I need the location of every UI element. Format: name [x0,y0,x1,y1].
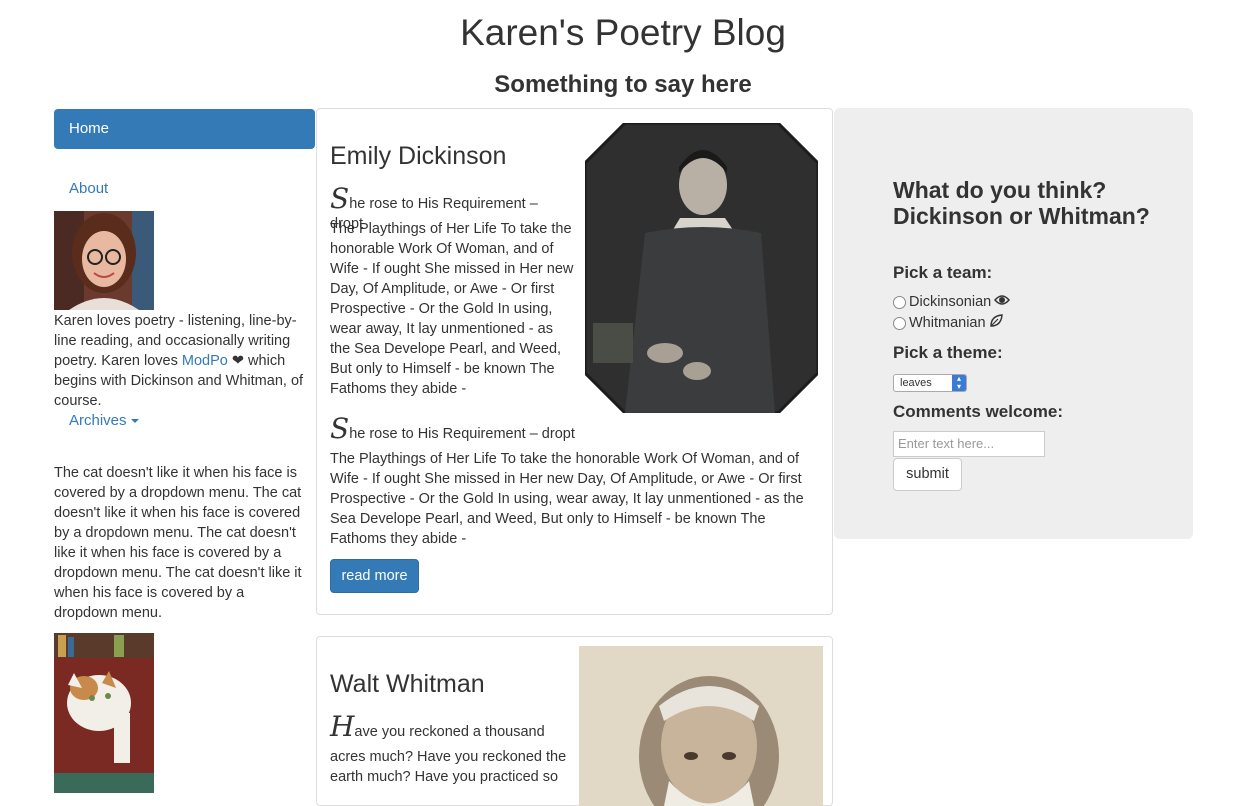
post-body: The Playthings of Her Life To take the h… [330,451,804,547]
nav-home-label: Home [69,120,110,137]
team-option-whitmanian[interactable]: Whitmanian [893,314,1003,332]
cat-text: The cat doesn't like it when his face is… [54,465,302,621]
site-subtitle: Something to say here [494,71,752,98]
poll-panel: What do you think? Dickinson or Whitman?… [834,108,1193,539]
poll-heading: What do you think? Dickinson or Whitman? [893,177,1150,229]
radio-whitmanian[interactable] [893,316,906,330]
post-card: Emily Dickinson She rose to His Requirem… [316,108,833,615]
heart-icon: ❤ [227,353,245,369]
dickinson-portrait [583,121,820,415]
post-body: The Playthings of Her Life To take the h… [330,221,574,397]
post-title: Walt Whitman [330,670,485,698]
nav-home[interactable]: Home [54,109,315,149]
theme-select[interactable]: leaves ▴ ▾ [893,374,967,392]
drop-cap: H [330,710,355,743]
post-first-line: Have you reckoned a thousand [330,710,545,743]
cat-photo [54,633,154,793]
nav-archives-dropdown[interactable]: Archives [69,412,139,429]
read-more-button[interactable]: read more [330,559,419,593]
caret-down-icon [130,419,139,424]
drop-cap: S [330,412,350,445]
karen-photo [54,211,154,310]
post-first-line: She rose to His Requirement – dropt [330,412,575,445]
team-option-dickinsonian[interactable]: Dickinsonian [893,294,1011,310]
nav-archives-label: Archives [69,412,127,429]
whitman-portrait [579,646,823,806]
post-body: acres much? Have you reckoned the earth … [330,749,567,785]
team-label: Pick a team: [893,263,993,282]
drop-cap: S [330,182,350,215]
leaf-icon [989,314,1003,332]
modpo-link[interactable]: ModPo [182,353,228,369]
post-title: Emily Dickinson [330,142,507,170]
comments-input[interactable]: Enter text here... [893,431,1045,457]
post-card: Walt Whitman Have you reckoned a thousan… [316,636,833,806]
submit-button[interactable]: submit [893,458,962,491]
theme-selected-value: leaves [900,377,932,389]
select-arrows-icon: ▴ ▾ [952,375,966,391]
site-title: Karen's Poetry Blog [460,12,786,53]
eye-icon [994,294,1011,310]
bio-text: Karen loves poetry - listening, line-by-… [54,313,304,409]
radio-dickinsonian[interactable] [893,295,906,309]
theme-label: Pick a theme: [893,343,1003,362]
comments-label: Comments welcome: [893,402,1064,421]
nav-about[interactable]: About [69,180,108,197]
